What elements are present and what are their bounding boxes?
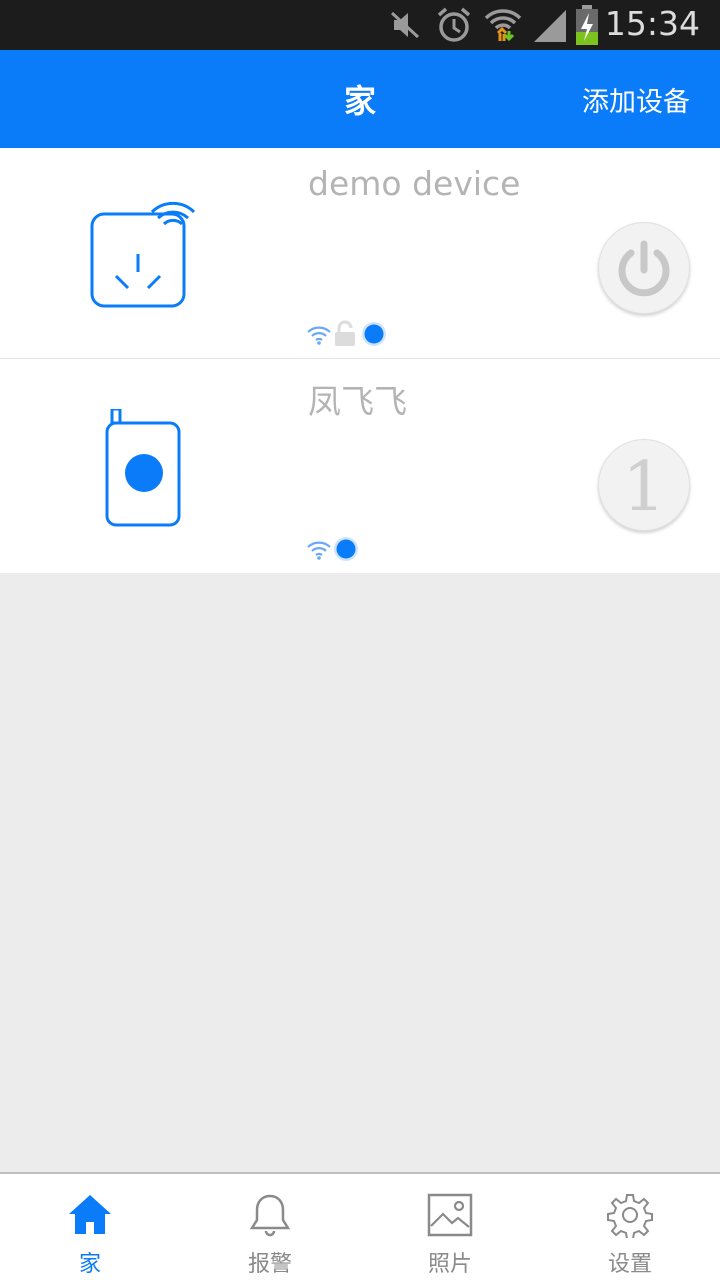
tab-home-label: 家	[78, 1252, 101, 1277]
bottom-nav: 家 报警 照片 设置	[0, 1172, 720, 1280]
tab-home[interactable]: 家	[0, 1174, 180, 1280]
online-dot-icon	[334, 537, 358, 561]
channel-button[interactable]: 1	[598, 439, 690, 531]
battery-charging-icon	[576, 5, 598, 45]
wifi-icon	[307, 541, 331, 560]
alarm-icon	[437, 7, 471, 42]
signal-icon	[534, 10, 566, 42]
unlock-icon	[335, 320, 355, 346]
smart-plug-icon	[90, 201, 196, 308]
device-row[interactable]: 凤飞飞 1	[0, 359, 720, 573]
add-device-button[interactable]: 添加设备	[582, 80, 690, 119]
home-icon	[69, 1195, 111, 1234]
device-name: 凤飞飞	[308, 382, 407, 421]
online-dot-icon	[362, 322, 386, 346]
wifi-status-icon	[484, 9, 522, 42]
tab-settings[interactable]: 设置	[540, 1174, 720, 1280]
tab-settings-label: 设置	[607, 1252, 652, 1277]
app-header: 家 添加设备	[0, 50, 720, 148]
device-name: demo device	[308, 164, 521, 203]
mute-icon	[390, 11, 420, 39]
photo-icon	[427, 1193, 473, 1237]
tab-photos-label: 照片	[427, 1252, 472, 1277]
gear-icon	[607, 1194, 653, 1238]
tab-photos[interactable]: 照片	[360, 1174, 540, 1280]
remote-button-icon	[105, 409, 181, 527]
status-bar: 15:34	[0, 0, 720, 50]
power-icon	[618, 240, 670, 297]
tab-alarm-label: 报警	[247, 1252, 292, 1277]
power-button[interactable]	[598, 222, 690, 314]
wifi-icon	[307, 326, 331, 345]
channel-number: 1	[622, 448, 666, 527]
tab-alarm[interactable]: 报警	[180, 1174, 360, 1280]
device-row[interactable]: demo device	[0, 148, 720, 359]
bell-icon	[249, 1194, 291, 1237]
clock: 15:34	[604, 4, 700, 43]
